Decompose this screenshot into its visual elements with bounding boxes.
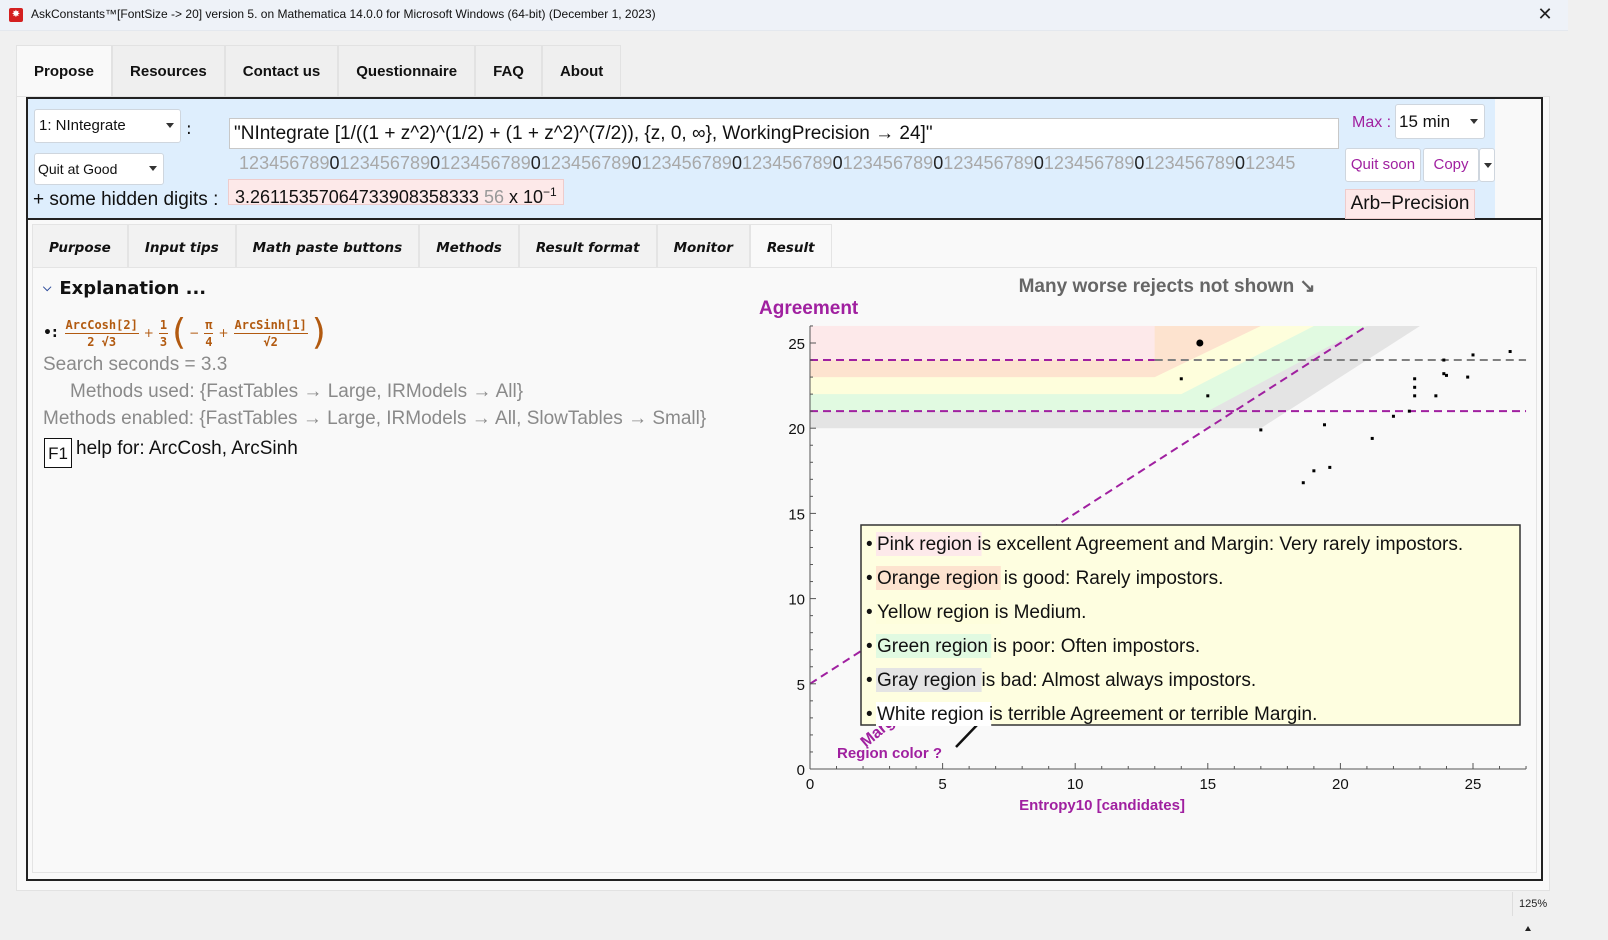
result-extra-digits: 56 [483, 187, 504, 207]
fraction-numerator: ArcSinh[1] [233, 317, 308, 334]
fraction-one-third: 1 3 [158, 317, 169, 349]
chevron-down-icon [166, 123, 174, 128]
max-time-value: 15 min [1399, 112, 1451, 131]
close-window-button[interactable]: ✕ [1530, 2, 1560, 28]
numeric-result: 3.26115357064733908358333 56 x 10−1 [228, 179, 564, 207]
ruler-digits: 123456789 [742, 153, 833, 173]
main-tab-bar: Propose Resources Contact us Questionnai… [16, 45, 622, 97]
result-value: 3.26115357064733908358333 [235, 187, 479, 207]
ruler-digits: 123456789 [239, 153, 330, 173]
chevron-down-icon [1484, 163, 1492, 168]
quit-condition-value: Quit at Good [38, 161, 118, 177]
plus-operator: + [143, 326, 154, 340]
ruler-tens-marker: 0 [1033, 153, 1044, 173]
fraction-numerator: π [204, 317, 214, 334]
ruler-tens-marker: 0 [1235, 153, 1246, 173]
tab-result[interactable]: Result [749, 224, 832, 268]
fraction-denominator: 3 [159, 334, 168, 349]
method-select[interactable]: 1: NIntegrate [34, 109, 181, 143]
ruler-tens-marker: 0 [731, 153, 743, 173]
ruler-tens-marker: 0 [832, 153, 843, 173]
result-content: ⌵ Explanation ... •: ArcCosh[2] 2 √3 + 1 … [32, 267, 1537, 873]
title-bar: ✸ AskConstants™[FontSize -> 20] version … [0, 0, 1568, 31]
close-paren: ) [311, 312, 326, 353]
app-icon: ✸ [9, 8, 23, 22]
fraction-pi-quarter: π 4 [204, 317, 214, 349]
chevron-down-icon: ⌵ [43, 281, 52, 294]
tab-contact-us[interactable]: Contact us [224, 45, 339, 97]
method-select-value: 1: NIntegrate [39, 117, 126, 134]
ruler-digits: 123456789 [842, 153, 934, 173]
tab-resources[interactable]: Resources [112, 45, 225, 97]
chevron-down-icon [149, 166, 157, 171]
zoom-level-value: 125% [1519, 898, 1548, 910]
tab-monitor[interactable]: Monitor [656, 224, 750, 268]
hidden-digits-label: + some hidden digits : [33, 189, 219, 210]
search-seconds: Search seconds = 3.3 [43, 354, 228, 375]
expression-input[interactable]: "NIntegrate [1/((1 + z^2)^(1/2) + (1 + z… [229, 118, 1339, 149]
ruler-digits: 12345 [1245, 153, 1296, 173]
method-colon: : [186, 119, 192, 139]
fraction-denominator: 4 [205, 334, 213, 349]
formula-bullet: •: [43, 325, 58, 341]
precision-badge: Arb−Precision [1345, 189, 1475, 219]
closed-form-formula: •: ArcCosh[2] 2 √3 + 1 3 ( − π 4 + ArcSi… [43, 312, 327, 354]
result-times: x [509, 187, 518, 207]
fraction-numerator: ArcCosh[2] [64, 317, 139, 334]
explanation-toggle[interactable]: ⌵ Explanation ... [43, 278, 206, 299]
propose-frame: 1: NIntegrate : Quit at Good "NIntegrate… [26, 97, 1543, 881]
ruler-digits: 123456789 [1144, 153, 1236, 173]
tab-propose[interactable]: Propose [16, 45, 113, 97]
result-tab-bar: Purpose Input tips Math paste buttons Me… [32, 224, 832, 268]
quit-soon-button[interactable]: Quit soon [1345, 148, 1421, 182]
tab-input-tips[interactable]: Input tips [127, 224, 236, 268]
max-time-label: Max : [1352, 114, 1392, 131]
ruler-tens-marker: 0 [430, 153, 441, 173]
tab-about[interactable]: About [541, 45, 622, 97]
input-bar: 1: NIntegrate : Quit at Good "NIntegrate… [28, 99, 1495, 220]
fraction-denominator: 2 √3 [87, 334, 117, 349]
tab-questionnaire[interactable]: Questionnaire [338, 45, 476, 97]
zoom-level-indicator[interactable]: 125% [1512, 892, 1558, 931]
chevron-up-icon [1525, 926, 1531, 931]
explanation-heading: Explanation ... [59, 278, 207, 299]
window-title: AskConstants™[FontSize -> 20] version 5.… [31, 7, 656, 21]
ruler-tens-marker: 0 [329, 153, 340, 173]
copy-options-button[interactable] [1479, 148, 1495, 182]
ruler-digits: 123456789 [943, 153, 1034, 173]
help-for-text: help for: ArcCosh, ArcSinh [76, 438, 298, 459]
tab-methods[interactable]: Methods [419, 224, 519, 268]
tab-result-format[interactable]: Result format [518, 224, 657, 268]
methods-used: Methods used: {FastTables → Large, IRMod… [70, 381, 524, 402]
tab-purpose[interactable]: Purpose [32, 224, 128, 268]
input-bar-spacer [1495, 99, 1541, 220]
tab-math-paste-buttons[interactable]: Math paste buttons [235, 224, 420, 268]
ruler-tens-marker: 0 [530, 153, 541, 173]
plus-operator: + [218, 326, 229, 340]
f1-help-key[interactable]: F1 [44, 438, 72, 468]
ruler-tens-marker: 0 [1134, 153, 1145, 173]
result-exponent: −1 [543, 185, 557, 199]
fraction-numerator: 1 [158, 317, 169, 334]
methods-enabled: Methods enabled: {FastTables → Large, IR… [43, 408, 707, 429]
ruler-tens-marker: 0 [631, 153, 642, 173]
ruler-digits: 123456789 [339, 153, 431, 173]
fraction-denominator: √2 [263, 334, 278, 349]
ruler-digits: 123456789 [440, 153, 531, 173]
digit-ruler: 1234567890123456789012345678901234567890… [239, 153, 1295, 174]
minus-operator: − [189, 326, 200, 340]
chevron-down-icon [1470, 118, 1478, 124]
fraction-arcsinh: ArcSinh[1] √2 [233, 317, 308, 349]
fraction-arccosh: ArcCosh[2] 2 √3 [64, 317, 139, 349]
open-paren: ( [172, 312, 187, 353]
result-base: 10 [523, 187, 544, 207]
copy-button[interactable]: Copy [1423, 148, 1479, 182]
ruler-digits: 123456789 [540, 153, 632, 173]
ruler-digits: 123456789 [641, 153, 732, 173]
max-time-select[interactable]: 15 min [1395, 104, 1485, 139]
tab-faq[interactable]: FAQ [475, 45, 542, 97]
ruler-digits: 123456789 [1043, 153, 1135, 173]
quit-condition-select[interactable]: Quit at Good [34, 153, 164, 185]
ruler-tens-marker: 0 [933, 153, 944, 173]
